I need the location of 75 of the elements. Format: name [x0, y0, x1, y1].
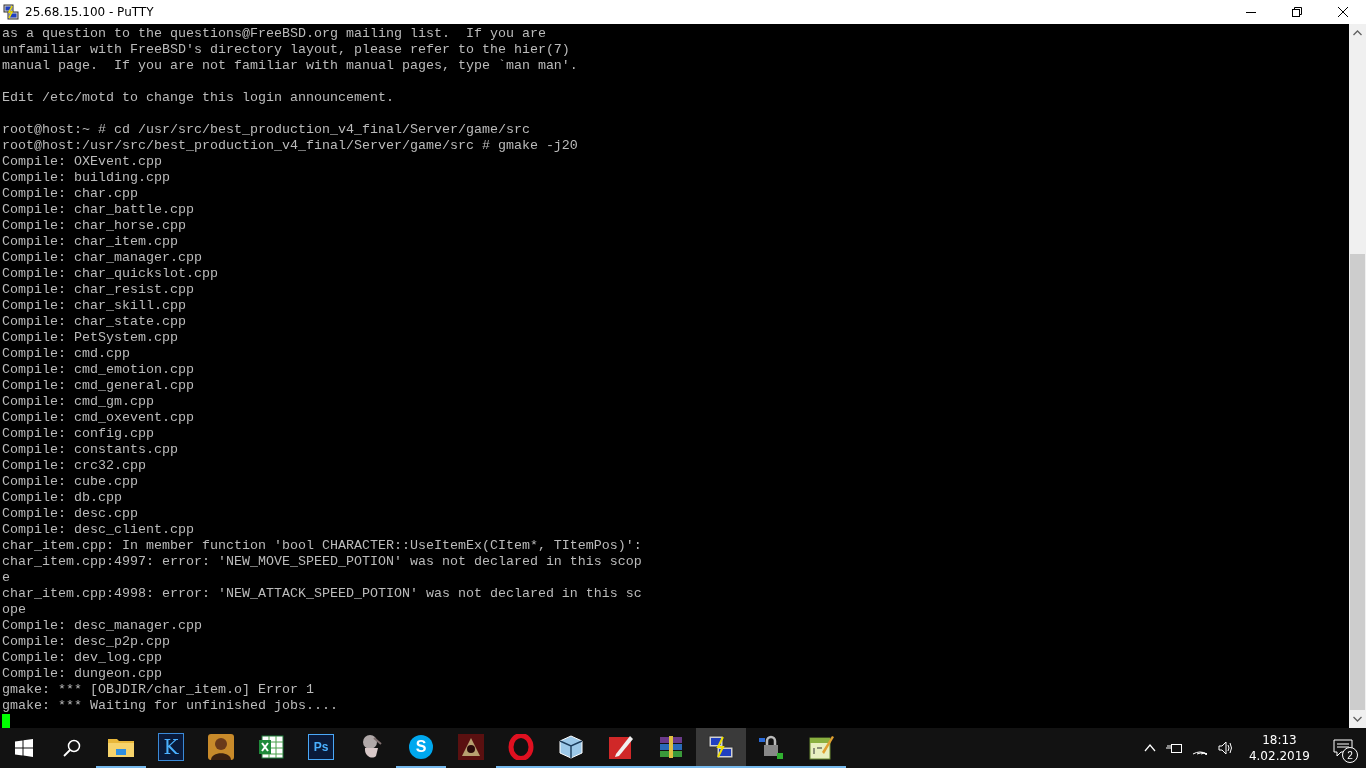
terminal-line: Compile: cmd_gm.cpp — [2, 394, 155, 410]
books-icon — [658, 734, 684, 760]
terminal-line: Compile: crc32.cpp — [2, 458, 147, 474]
cursor — [2, 714, 10, 728]
terminal-line: Compile: char_state.cpp — [2, 314, 187, 330]
terminal-line: Compile: cmd_oxevent.cpp — [2, 410, 195, 426]
message-icon — [1333, 739, 1353, 757]
terminal-line: Compile: char_battle.cpp — [2, 202, 195, 218]
notepad-icon — [808, 734, 834, 760]
spreadsheet-icon — [258, 734, 284, 760]
terminal-line: Compile: char_manager.cpp — [2, 250, 203, 266]
pencil-icon — [608, 734, 634, 760]
scrollbar[interactable] — [1349, 24, 1366, 728]
terminal-line: Compile: PetSystem.cpp — [2, 330, 179, 346]
terminal-line: root@host:~ # cd /usr/src/best_production_v4_final/Server/game/src — [2, 122, 531, 138]
terminal-line: Compile: cmd_emotion.cpp — [2, 362, 195, 378]
terminal-line: Compile: dev_log.cpp — [2, 650, 163, 666]
terminal-line: Compile: db.cpp — [2, 490, 123, 506]
terminal-line: Compile: cmd.cpp — [2, 346, 131, 362]
terminal-icon — [3, 4, 19, 20]
window-title: 25.68.15.100 - PuTTY — [25, 5, 154, 19]
notification-count: 2 — [1342, 747, 1358, 763]
search-icon — [63, 739, 81, 757]
terminal-line: e — [2, 570, 11, 586]
terminal-line: Compile: char_resist.cpp — [2, 282, 195, 298]
scroll-thumb[interactable] — [1350, 254, 1365, 710]
terminal-icon — [708, 734, 734, 760]
close-icon — [1338, 7, 1348, 17]
notifications-button[interactable]: 2 — [1320, 728, 1366, 768]
terminal-line: root@host:/usr/src/best_production_v4_final/Server/game/src # gmake -j20 — [2, 138, 579, 154]
terminal-line: char_item.cpp:4997: error: 'NEW_MOVE_SPEED_POTION' was not declared in this scop — [2, 554, 643, 570]
windows-logo-icon — [15, 739, 33, 757]
terminal-line: Compile: char_skill.cpp — [2, 298, 187, 314]
terminal-line: as a question to the questions@FreeBSD.org mailing list. If you are — [2, 26, 547, 42]
terminal-line: Compile: char_horse.cpp — [2, 218, 187, 234]
portrait-icon — [208, 734, 234, 760]
clock-date: 4.02.2019 — [1248, 748, 1310, 764]
clock-button[interactable]: 18:13 4.02.2019 — [1238, 732, 1320, 764]
terminal-line: Compile: cmd_general.cpp — [2, 378, 195, 394]
ring-icon — [508, 734, 534, 760]
terminal-line: gmake: *** [OBJDIR/char_item.o] Error 1 — [2, 682, 315, 698]
terminal-line: Compile: OXEvent.cpp — [2, 154, 163, 170]
battery-icon[interactable] — [1165, 742, 1182, 754]
speaker-icon[interactable] — [1217, 741, 1234, 755]
terminal-line: Compile: char_item.cpp — [2, 234, 179, 250]
terminal-line: Compile: constants.cpp — [2, 442, 179, 458]
terminal-line: Compile: config.cpp — [2, 426, 155, 442]
restore-icon — [1292, 7, 1302, 17]
terminal-line: manual page. If you are not familiar with manual pages, type `man man'. — [2, 58, 579, 74]
terminal-line: unfamiliar with FreeBSD's directory layout, please refer to the hier(7) — [2, 42, 571, 58]
terminal-line: Compile: char_quickslot.cpp — [2, 266, 219, 282]
figure-icon — [360, 734, 382, 760]
scroll-down-icon[interactable] — [1353, 716, 1362, 722]
terminal-line: Compile: desc_manager.cpp — [2, 618, 203, 634]
terminal-line: Edit /etc/motd to change this login announcement. — [2, 90, 395, 106]
emblem-icon — [458, 734, 484, 760]
cube-icon — [558, 734, 584, 760]
taskbar-app-button[interactable] — [696, 728, 746, 768]
terminal-line: ope — [2, 602, 27, 618]
terminal-line: Compile: char.cpp — [2, 186, 139, 202]
chevron-up-icon[interactable] — [1143, 744, 1156, 752]
terminal-line: Compile: desc.cpp — [2, 506, 139, 522]
terminal-line: Compile: desc_client.cpp — [2, 522, 195, 538]
clock-time: 18:13 — [1262, 732, 1297, 748]
taskbar-app-button[interactable]: K — [146, 728, 196, 768]
terminal-line: Compile: cube.cpp — [2, 474, 139, 490]
scroll-up-icon[interactable] — [1353, 30, 1362, 36]
terminal-line: char_item.cpp: In member function 'bool CHARACTER::UseItemEx(CItem*, TItemPos)': — [2, 538, 643, 554]
terminal-line: Compile: dungeon.cpp — [2, 666, 163, 682]
taskbar-app-button[interactable]: Ps — [296, 728, 346, 768]
terminal-line: Compile: building.cpp — [2, 170, 171, 186]
terminal-line: gmake: *** Waiting for unfinished jobs.... — [2, 698, 339, 714]
lock-icon — [758, 734, 784, 760]
terminal-line: Compile: desc_p2p.cpp — [2, 634, 171, 650]
terminal-line: char_item.cpp:4998: error: 'NEW_ATTACK_SPEED_POTION' was not declared in this sc — [2, 586, 643, 602]
